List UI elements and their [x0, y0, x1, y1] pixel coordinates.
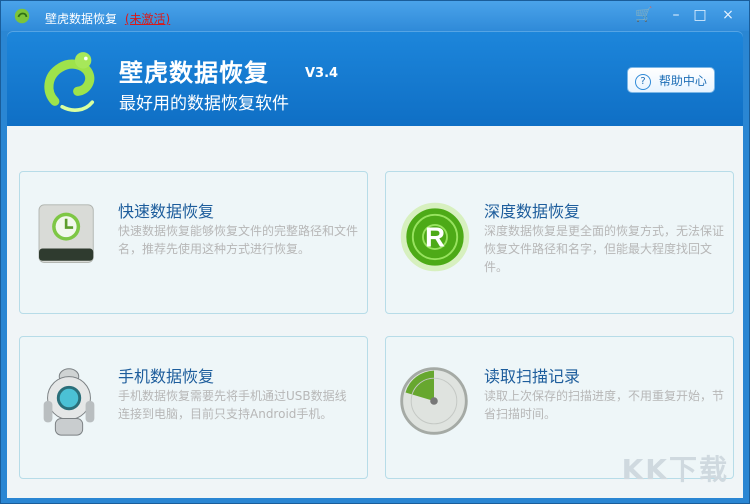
question-icon: ?: [635, 73, 652, 90]
main-content: 快速数据恢复 快速数据恢复能够恢复文件的完整路径和文件名，推荐先使用这种方式进行…: [7, 126, 743, 498]
quick-recovery-description: 快速数据恢复能够恢复文件的完整路径和文件名，推荐先使用这种方式进行恢复。: [118, 224, 359, 256]
deep-recovery-card[interactable]: R 深度数据恢复 深度数据恢复是更全面的恢复方式，无法保证恢复文件路径和名字，但…: [385, 171, 734, 314]
quick-recovery-title: 快速数据恢复: [118, 202, 215, 221]
header-banner: 壁虎数据恢复 V3.4 最好用的数据恢复软件 ? 帮助中心: [7, 31, 743, 126]
phone-recovery-title: 手机数据恢复: [118, 367, 215, 386]
help-center-button[interactable]: ? 帮助中心: [627, 67, 715, 93]
minimize-button[interactable]: –: [665, 6, 687, 24]
phone-recovery-card[interactable]: 手机数据恢复 手机数据恢复需要先将手机通过USB数据线连接到电脑，目前只支持An…: [19, 336, 368, 479]
close-button[interactable]: ×: [717, 6, 739, 24]
app-title: 壁虎数据恢复: [119, 59, 269, 87]
gecko-logo-icon: [44, 52, 95, 112]
window-title: 壁虎数据恢复 (未激活): [45, 10, 170, 27]
svg-text:R: R: [425, 221, 445, 252]
quick-recovery-card[interactable]: 快速数据恢复 快速数据恢复能够恢复文件的完整路径和文件名，推荐先使用这种方式进行…: [19, 171, 368, 314]
deep-recovery-description: 深度数据恢复是更全面的恢复方式，无法保证恢复文件路径和名字，但能最大程度找回文件…: [484, 224, 725, 274]
app-window: 壁虎数据恢复 (未激活) 🛒 – □ × 壁虎数据恢复 V3.4 最好用的数据恢…: [0, 0, 750, 504]
site-watermark: KK下载: [621, 453, 729, 486]
robot-phone-icon: [43, 368, 95, 436]
title-bar: 壁虎数据恢复 (未激活) 🛒 – □ ×: [1, 1, 749, 31]
deep-recovery-title: 深度数据恢复: [484, 202, 581, 221]
help-center-label: 帮助中心: [658, 74, 707, 88]
app-version: V3.4: [305, 66, 339, 81]
gauge-icon: [400, 367, 468, 435]
scan-record-title: 读取扫描记录: [484, 367, 581, 386]
scan-record-description: 读取上次保存的扫描进度，不用重复开始，节省扫描时间。: [484, 389, 725, 421]
app-subtitle: 最好用的数据恢复软件: [119, 94, 289, 114]
gecko-icon: [14, 8, 30, 24]
radar-r-icon: R: [400, 202, 470, 272]
window-title-text: 壁虎数据恢复: [45, 12, 118, 26]
clock-drive-icon: [38, 204, 94, 263]
activation-status-link[interactable]: (未激活): [125, 12, 170, 26]
maximize-button[interactable]: □: [689, 6, 711, 24]
cart-button[interactable]: 🛒: [633, 6, 655, 24]
phone-recovery-description: 手机数据恢复需要先将手机通过USB数据线连接到电脑，目前只支持Android手机…: [118, 389, 347, 421]
